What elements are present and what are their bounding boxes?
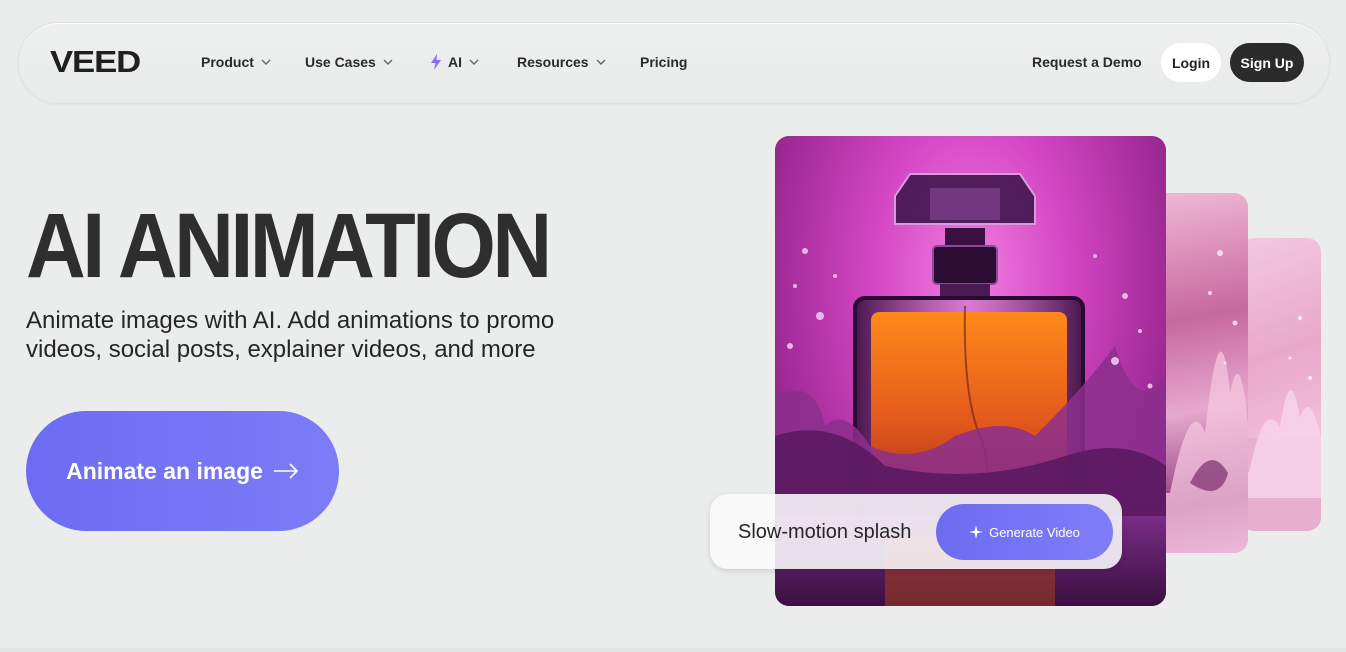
nav-product-label: Product — [201, 54, 254, 70]
chevron-down-icon — [469, 59, 479, 65]
sparkle-icon — [969, 525, 984, 539]
chevron-down-icon — [261, 59, 271, 65]
showcase-card-back-2 — [1240, 238, 1321, 531]
lightning-icon — [431, 54, 441, 70]
splash-image — [1240, 316, 1321, 531]
hero-subtitle: Animate images with AI. Add animations t… — [26, 307, 555, 363]
nav-product[interactable]: Product — [201, 52, 272, 72]
prompt-text: Slow-motion splash — [738, 521, 912, 543]
nav-pricing[interactable]: Pricing — [640, 52, 687, 72]
nav-ai[interactable]: AI — [430, 52, 480, 72]
request-demo-label: Request a Demo — [1032, 54, 1142, 70]
signup-button[interactable]: Sign Up — [1230, 43, 1304, 82]
nav-resources[interactable]: Resources — [517, 52, 607, 72]
nav-resources-label: Resources — [517, 54, 589, 70]
animate-image-label: Animate an image — [66, 457, 263, 484]
nav-use-cases-label: Use Cases — [305, 54, 376, 70]
chevron-down-icon — [383, 59, 393, 65]
animate-image-button[interactable]: Animate an image — [26, 411, 339, 531]
generate-video-label: Generate Video — [989, 524, 1080, 540]
veed-logo[interactable]: VEED — [50, 44, 141, 80]
nav-pricing-label: Pricing — [640, 54, 688, 70]
top-strip — [0, 0, 1346, 20]
chevron-down-icon — [596, 59, 606, 65]
generate-video-button[interactable]: Generate Video — [936, 504, 1113, 560]
hero-title: AI ANIMATION — [26, 195, 552, 297]
arrow-right-icon — [273, 463, 299, 479]
nav-ai-label: AI — [448, 54, 462, 70]
nav-use-cases[interactable]: Use Cases — [305, 52, 394, 72]
divider — [0, 648, 1346, 652]
request-demo-link[interactable]: Request a Demo — [1032, 52, 1142, 72]
login-button[interactable]: Login — [1161, 43, 1221, 82]
